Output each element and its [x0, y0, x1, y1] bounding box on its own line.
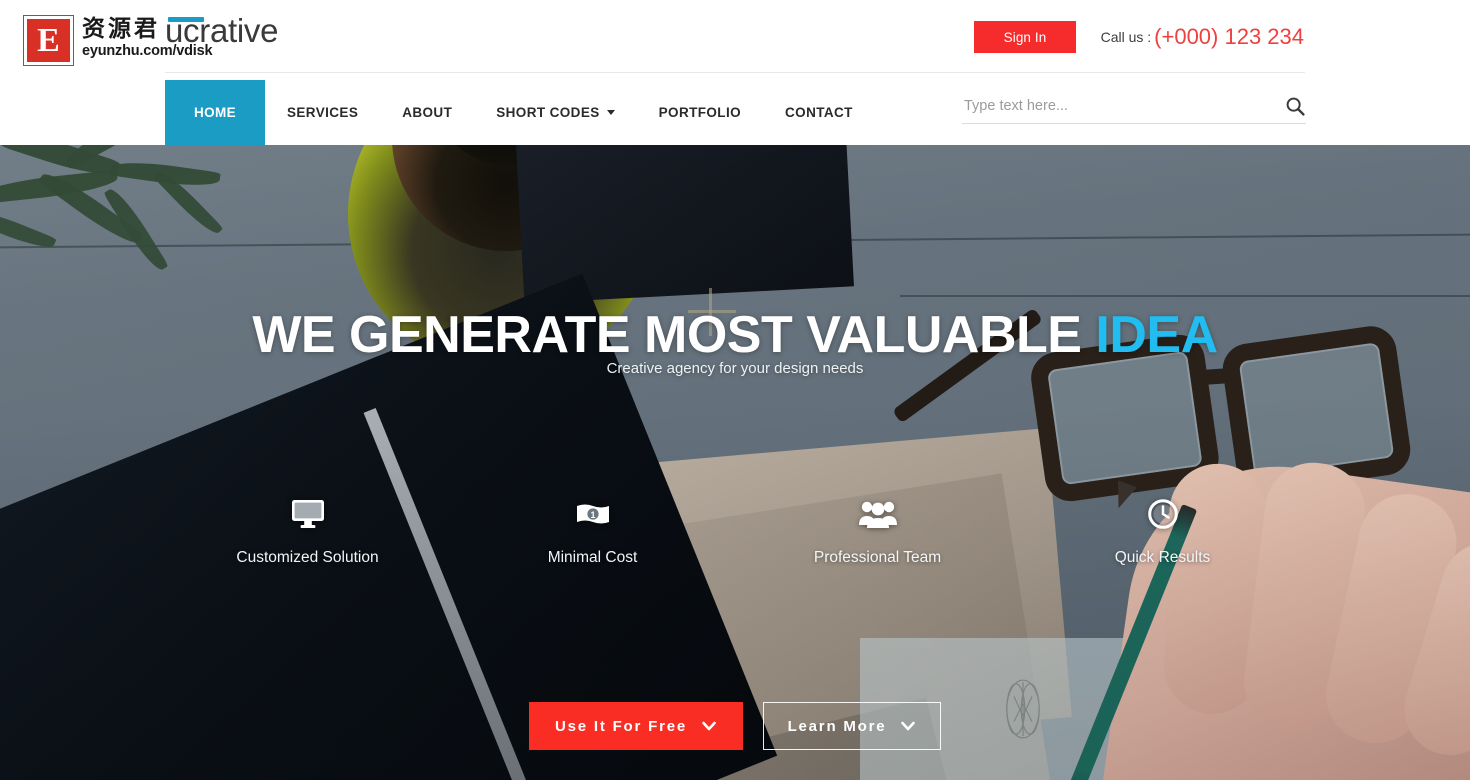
header-divider: [165, 72, 1305, 73]
feature-label: Minimal Cost: [547, 549, 638, 566]
cta-primary-label: Use It For Free: [554, 717, 688, 735]
hero-title: WE GENERATE MOST VALUABLE IDEA: [0, 305, 1470, 365]
nav-item-services[interactable]: SERVICES: [265, 80, 380, 145]
cta-row: Use It For Free Learn More: [0, 702, 1470, 750]
call-us-label: Call us :: [1100, 29, 1152, 45]
nav-item-portfolio[interactable]: PORTFOLIO: [637, 80, 763, 145]
call-us-block: Call us : (+000) 123 234: [1101, 24, 1304, 50]
search-icon[interactable]: [1284, 95, 1306, 117]
use-it-for-free-button[interactable]: Use It For Free: [529, 702, 743, 750]
nav-item-short-codes[interactable]: SHORT CODES: [474, 80, 636, 145]
feature-customized-solution[interactable]: Customized Solution: [165, 493, 450, 567]
watermark-badge-icon: E: [23, 15, 74, 66]
chevron-down-icon: [702, 721, 716, 731]
nav-item-about[interactable]: ABOUT: [380, 80, 474, 145]
monitor-icon: [291, 493, 325, 535]
main-navigation: HOME SERVICES ABOUT SHORT CODES PORTFOLI…: [165, 80, 875, 145]
feature-minimal-cost[interactable]: 1 Minimal Cost: [450, 493, 735, 567]
hero-title-accent: IDEA: [1095, 306, 1218, 364]
feature-label: Professional Team: [813, 549, 942, 566]
watermark-logo: E 资源君 eyunzhu.com/vdisk: [23, 15, 213, 66]
search-input[interactable]: [962, 97, 1284, 118]
phone-number[interactable]: (+000) 123 234: [1154, 24, 1304, 49]
hero-subtitle: Creative agency for your design needs: [606, 360, 864, 377]
nav-label-about: ABOUT: [402, 105, 453, 120]
feature-list: Customized Solution 1 Minimal Cost Profe…: [0, 493, 1470, 567]
feature-quick-results[interactable]: Quick Results: [1020, 493, 1305, 567]
nav-label-contact: CONTACT: [785, 105, 853, 120]
search-box[interactable]: [962, 92, 1306, 124]
chevron-down-icon: [901, 721, 916, 731]
svg-text:1: 1: [590, 510, 595, 520]
nav-label-short-codes: SHORT CODES: [496, 105, 600, 120]
site-header: ucrative E 资源君 eyunzhu.com/vdisk Sign In…: [0, 0, 1470, 145]
hero-content: WE GENERATE MOST VALUABLE IDEA Creative …: [0, 145, 1470, 780]
hero-section: WE GENERATE MOST VALUABLE IDEA Creative …: [0, 145, 1470, 780]
clock-icon: [1147, 493, 1178, 535]
people-group-icon: [858, 493, 897, 535]
nav-label-portfolio: PORTFOLIO: [658, 105, 742, 120]
watermark-cn-text: 资源君: [82, 16, 160, 42]
feature-label: Customized Solution: [236, 549, 379, 566]
feature-label: Quick Results: [1114, 549, 1211, 566]
banknote-icon: 1: [576, 493, 610, 535]
nav-item-home[interactable]: HOME: [165, 80, 265, 145]
cta-secondary-label: Learn More: [787, 717, 887, 735]
chevron-down-icon: [606, 110, 615, 115]
nav-item-contact[interactable]: CONTACT: [763, 80, 875, 145]
watermark-url-text: eyunzhu.com/vdisk: [82, 42, 213, 59]
hero-title-main: WE GENERATE MOST VALUABLE: [252, 306, 1082, 364]
nav-label-services: SERVICES: [287, 105, 359, 120]
sign-in-button[interactable]: Sign In: [974, 21, 1076, 53]
nav-label-home: HOME: [193, 105, 237, 120]
feature-professional-team[interactable]: Professional Team: [735, 493, 1020, 567]
learn-more-button[interactable]: Learn More: [763, 702, 941, 750]
